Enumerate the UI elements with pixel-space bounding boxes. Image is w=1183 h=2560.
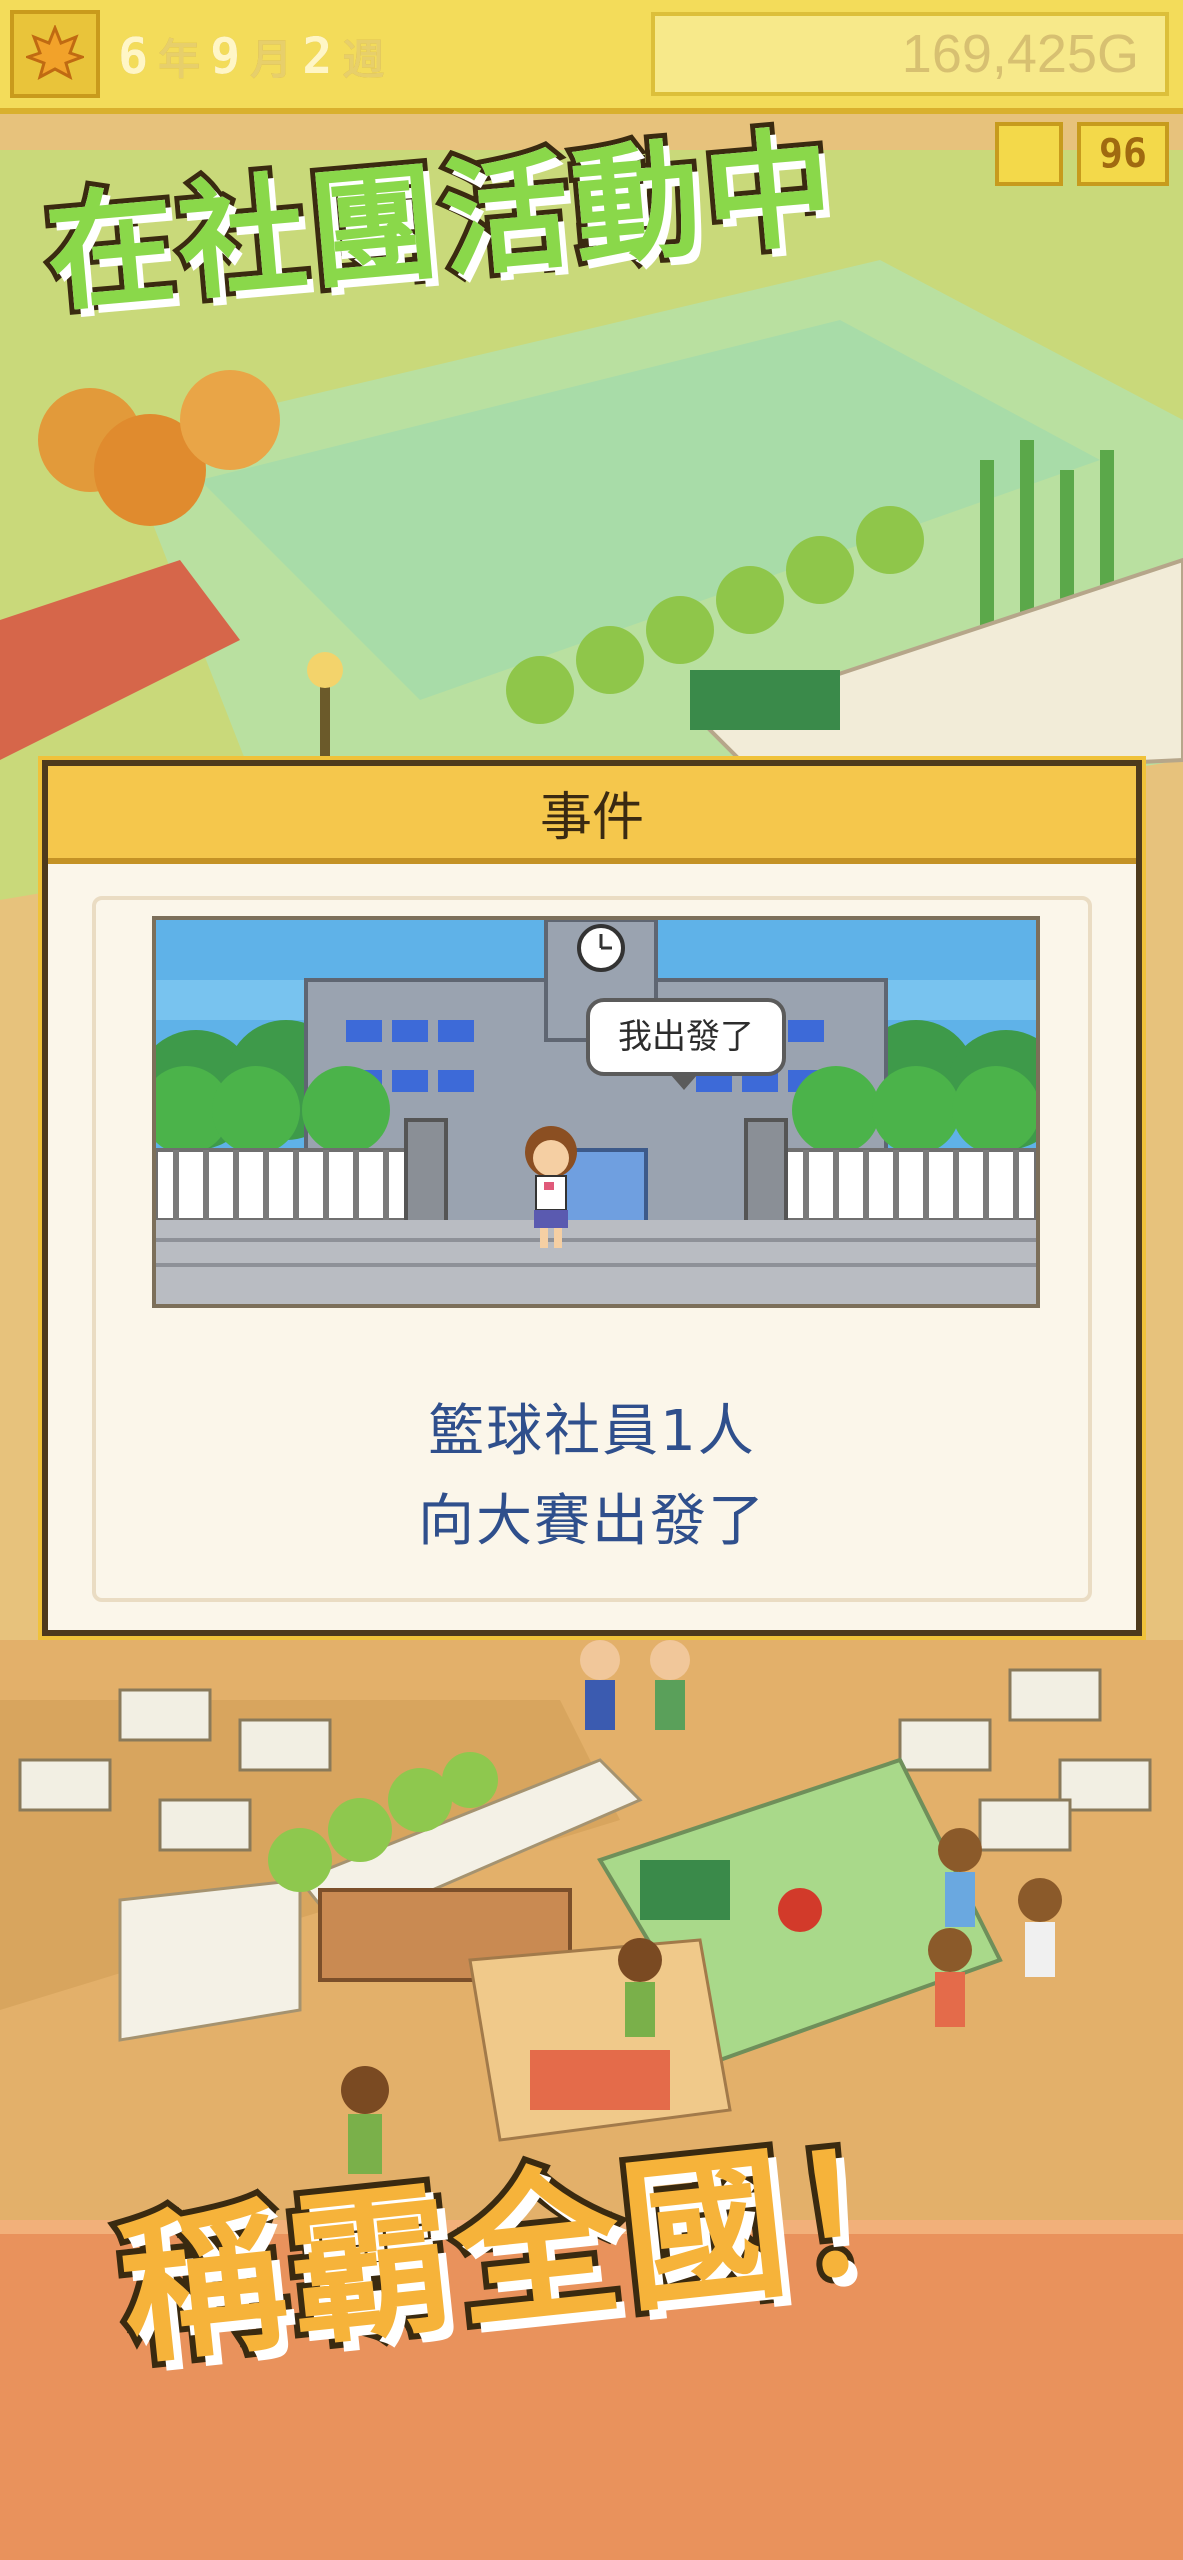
month-unit: 月 xyxy=(250,34,295,84)
event-message-line2: 向大賽出發了 xyxy=(418,1489,766,1554)
stat-box xyxy=(994,122,1063,186)
speech-bubble: 我出發了 xyxy=(586,998,786,1090)
stat-value-box: 96 xyxy=(1076,122,1169,186)
season-indicator[interactable] xyxy=(10,10,100,98)
event-illustration: 我出發了 xyxy=(152,916,1040,1308)
month-value: 9 xyxy=(210,27,243,85)
money-display: 169,425G xyxy=(651,12,1169,96)
week-value: 2 xyxy=(302,27,335,85)
week-unit: 週 xyxy=(342,34,387,84)
event-dialog[interactable]: 事件 我出發了 籃球社員1人 向大賽出發了 xyxy=(42,760,1142,1636)
year-unit: 年 xyxy=(158,34,203,84)
secondary-stats: 96 xyxy=(994,122,1169,186)
top-status-bar: 6 年 9 月 2 週 169,425G xyxy=(0,0,1183,114)
dialog-title: 事件 xyxy=(48,766,1136,864)
event-message-line1: 籃球社員1人 xyxy=(428,1399,756,1464)
game-date: 6 年 9 月 2 週 xyxy=(118,22,386,90)
maple-leaf-icon xyxy=(26,25,84,80)
year-value: 6 xyxy=(118,27,151,85)
